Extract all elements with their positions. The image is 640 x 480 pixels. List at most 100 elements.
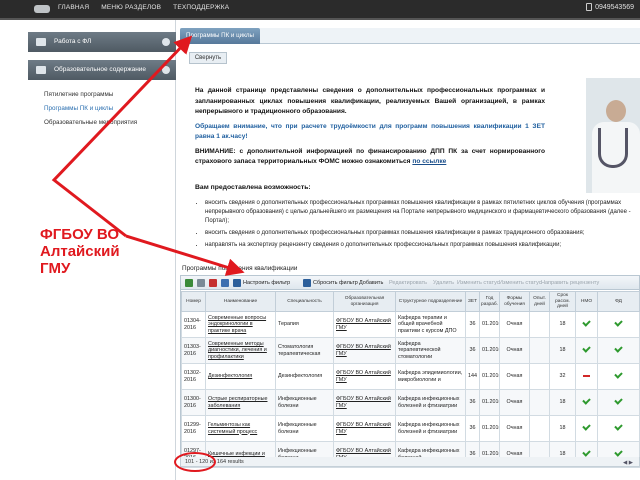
- table-cell: 01.2016: [479, 337, 500, 364]
- table-cell: 01.2016: [479, 311, 500, 338]
- table-cell: Очная: [499, 337, 530, 364]
- configure-filter-button[interactable]: Настроить фильтр: [243, 276, 290, 290]
- table-cell[interactable]: ФГБОУ ВО Алтайский ГМУ: [333, 415, 396, 442]
- table-row[interactable]: 01302-2016 Дезинфектология Дезинфектология…: [181, 363, 640, 390]
- grid-table: Номер Наименование Специальность Образовате…: [181, 291, 640, 468]
- table-cell: Инфекционные болезни: [275, 415, 334, 442]
- collapse-button[interactable]: Свернуть: [189, 52, 227, 64]
- table-cell: 36: [465, 311, 480, 338]
- annotation-line: ФГБОУ ВО: [40, 226, 120, 243]
- add-button[interactable]: Добавить: [359, 276, 383, 290]
- filter-icon[interactable]: [233, 279, 241, 287]
- table-cell: 01299-2016: [181, 415, 206, 442]
- change-status-button[interactable]: Изменить статус: [457, 276, 500, 290]
- table-cell: 01.2016: [479, 415, 500, 442]
- column-header[interactable]: Наименование: [205, 291, 276, 312]
- table-row[interactable]: 01300-2016 Острые респираторные заболеван…: [181, 389, 640, 416]
- sidebar-section-education[interactable]: Образовательное содержание: [28, 60, 176, 80]
- table-cell: 18: [549, 389, 576, 416]
- tab-bar: Программы ПК и циклы: [180, 28, 640, 44]
- check-icon: [614, 448, 623, 457]
- table-cell[interactable]: ФГБОУ ВО Алтайский ГМУ: [333, 389, 396, 416]
- table-cell: [597, 389, 640, 416]
- column-header[interactable]: Срок рассм. дней: [549, 291, 576, 312]
- check-icon: [614, 396, 623, 405]
- table-cell[interactable]: Острые респираторные заболевания: [205, 389, 276, 416]
- table-cell: Терапия: [275, 311, 334, 338]
- check-icon: [582, 318, 591, 327]
- programs-grid: Настроить фильтр Сбросить фильтр Добавит…: [180, 275, 640, 468]
- table-cell: [529, 363, 550, 390]
- sidebar-section-fl[interactable]: Работа с ФЛ: [28, 32, 176, 52]
- table-cell: Кафедра инфекционных болезней и фтизиатр…: [395, 389, 466, 416]
- phone-icon: [586, 3, 593, 11]
- table-cell[interactable]: ФГБОУ ВО Алтайский ГМУ: [333, 363, 396, 390]
- table-cell[interactable]: Дезинфектология: [205, 363, 276, 390]
- folder-icon: [36, 38, 46, 46]
- column-header[interactable]: Образовательная организация: [333, 291, 396, 312]
- column-header[interactable]: Номер: [181, 291, 206, 312]
- table-row[interactable]: 01303-2016 Современные методы диагностики…: [181, 337, 640, 364]
- table-cell: Кафедра эпидемиологии, микробиологии и: [395, 363, 466, 390]
- change-status-button-2[interactable]: Изменить статус: [499, 276, 542, 290]
- table-cell: [575, 311, 598, 338]
- table-cell: [529, 337, 550, 364]
- table-cell: 01300-2016: [181, 389, 206, 416]
- column-header[interactable]: НМО: [575, 291, 598, 312]
- edit-button[interactable]: Редактировать: [389, 276, 427, 290]
- table-cell: 36: [465, 415, 480, 442]
- table-cell: [597, 311, 640, 338]
- check-icon: [614, 422, 623, 431]
- table-cell[interactable]: Современные методы диагностики, лечения …: [205, 337, 276, 364]
- table-header-row: Номер Наименование Специальность Образовате…: [181, 291, 640, 312]
- table-cell: 01.2016: [479, 389, 500, 416]
- top-bar: ГЛАВНАЯ МЕНЮ РАЗДЕЛОВ ТЕХПОДДЕРЖКА 09495…: [0, 0, 640, 20]
- sidebar-item-five-year[interactable]: Пятилетние программы: [44, 88, 137, 102]
- reset-filter-button[interactable]: Сбросить фильтр: [313, 276, 358, 290]
- table-cell: 18: [549, 311, 576, 338]
- table-cell[interactable]: ФГБОУ ВО Алтайский ГМУ: [333, 337, 396, 364]
- info-link[interactable]: по ссылке: [412, 158, 446, 165]
- column-header[interactable]: ФД: [597, 291, 640, 312]
- table-cell[interactable]: ФГБОУ ВО Алтайский ГМУ: [333, 311, 396, 338]
- column-header[interactable]: Опыт. дней: [529, 291, 550, 312]
- table-cell[interactable]: Гельминтозы как системный процесс: [205, 415, 276, 442]
- highlight-circle: [174, 452, 216, 472]
- top-nav: ГЛАВНАЯ МЕНЮ РАЗДЕЛОВ ТЕХПОДДЕРЖКА: [58, 4, 239, 11]
- pager-controls[interactable]: ◀ ▶: [623, 458, 633, 468]
- chevron-icon[interactable]: [162, 38, 170, 46]
- annotation-line: Алтайский: [40, 243, 120, 260]
- send-to-reviewer-button[interactable]: Направить рецензенту: [541, 276, 599, 290]
- table-cell: [597, 337, 640, 364]
- column-header[interactable]: Специальность: [275, 291, 334, 312]
- nav-home[interactable]: ГЛАВНАЯ: [58, 4, 89, 11]
- table-cell: Очная: [499, 311, 530, 338]
- table-cell[interactable]: Современные вопросы эндокринологии в пра…: [205, 311, 276, 338]
- table-cell: 01303-2016: [181, 337, 206, 364]
- sidebar-item-pk-programs[interactable]: Программы ПК и циклы: [44, 102, 137, 116]
- table-row[interactable]: 01304-2016 Современные вопросы эндокринол…: [181, 311, 640, 338]
- chevron-icon[interactable]: [162, 66, 170, 74]
- column-header[interactable]: Формы обучения: [499, 291, 530, 312]
- column-header[interactable]: Структурное подразделение: [395, 291, 466, 312]
- reset-filter-icon[interactable]: [303, 279, 311, 287]
- delete-icon[interactable]: [209, 279, 217, 287]
- nav-support[interactable]: ТЕХПОДДЕРЖКА: [173, 4, 229, 11]
- column-header[interactable]: Год разраб.: [479, 291, 500, 312]
- logo-icon[interactable]: [34, 5, 50, 13]
- refresh-icon[interactable]: [221, 279, 229, 287]
- table-cell: Очная: [499, 363, 530, 390]
- sidebar-item-events[interactable]: Образовательные мероприятия: [44, 116, 137, 130]
- list-item: вносить сведения о дополнительных профес…: [205, 229, 635, 238]
- sidebar-section-label: Образовательное содержание: [54, 66, 147, 73]
- table-cell: Кафедра инфекционных болезней и фтизиатр…: [395, 415, 466, 442]
- add-icon[interactable]: [185, 279, 193, 287]
- delete-button[interactable]: Удалить: [433, 276, 454, 290]
- tab-pk-programs[interactable]: Программы ПК и циклы: [180, 28, 260, 44]
- table-row[interactable]: 01299-2016 Гельминтозы как системный проц…: [181, 415, 640, 442]
- column-header[interactable]: ЗЕТ: [465, 291, 480, 312]
- table-cell: [575, 363, 598, 390]
- nav-sections-menu[interactable]: МЕНЮ РАЗДЕЛОВ: [101, 4, 161, 11]
- edit-icon[interactable]: [197, 279, 205, 287]
- sidebar-list: Пятилетние программы Программы ПК и цикл…: [44, 88, 137, 130]
